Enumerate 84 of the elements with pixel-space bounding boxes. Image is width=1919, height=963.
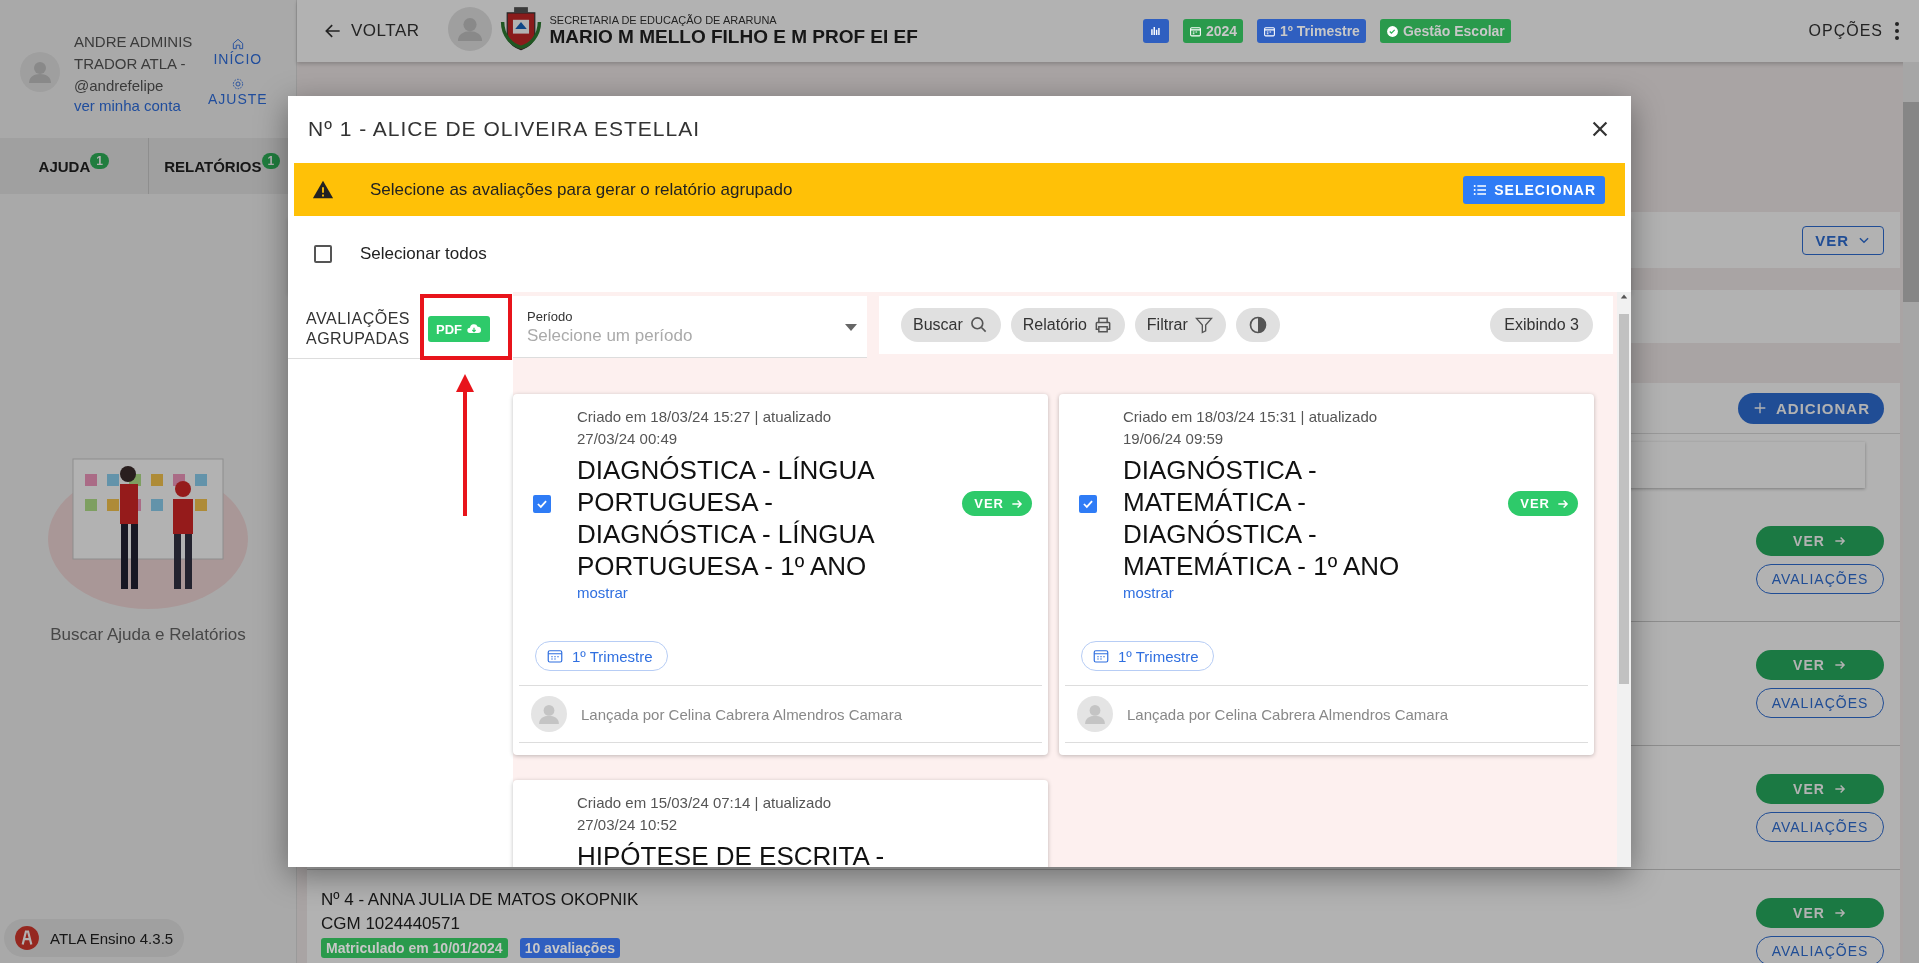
result-count: Exibindo 3 (1490, 308, 1593, 342)
checkbox[interactable] (314, 245, 332, 263)
user-handle: @andrefelipe (74, 75, 165, 96)
calendar-icon (1092, 647, 1110, 665)
checkbox[interactable] (1079, 494, 1097, 513)
evaluation-title: DIAGNÓSTICA - MATEMÁTICA - DIAGNÓSTICA - MATEMÁTICA - 1º ANO (1123, 454, 1401, 582)
help-caption: Buscar Ajuda e Relatórios (50, 624, 246, 645)
status-chip: Gestão Escolar (1379, 19, 1511, 43)
status-chip: 1º Trimestre (1257, 19, 1366, 43)
select-all-label: Selecionar todos (360, 244, 487, 264)
avatar-icon (20, 52, 60, 92)
avatar-icon (531, 696, 567, 732)
view-button[interactable]: VER (1756, 649, 1884, 680)
calendar-icon (1263, 24, 1277, 38)
created-date: Criado em 15/03/24 07:14 | atualizado 27/03/24 10:52 (577, 793, 833, 835)
period-label: Período (527, 309, 574, 324)
search-icon (968, 315, 989, 335)
more-vertical-icon (1895, 22, 1899, 40)
check-circle-icon (1385, 24, 1399, 38)
group-label: AVALIAÇÕES AGRUPADAS (306, 309, 411, 349)
evaluations-button[interactable]: AVALIAÇÕES (1756, 687, 1884, 718)
scroll-up-icon (1620, 292, 1628, 300)
gear-icon (230, 77, 245, 91)
view-button[interactable]: VER (962, 491, 1032, 516)
settings-button[interactable]: AJUSTE (208, 77, 268, 107)
count-badge: 1 (261, 153, 281, 169)
home-button[interactable]: INÍCIO (213, 37, 263, 67)
version-text: ATLA Ensino 4.3.5 (50, 929, 174, 947)
author-text: Lançada por Celina Cabrera Almendros Camara (1127, 705, 1448, 723)
app-logo-icon (14, 925, 40, 951)
dialog-title: Nº 1 - ALICE DE OLIVEIRA ESTELLAI (308, 116, 700, 141)
pdf-button[interactable]: PDF (428, 316, 490, 342)
scrollbar[interactable] (1617, 292, 1631, 867)
calendar-icon (1188, 24, 1202, 38)
user-name: ANDRE ADMINISTRADOR ATLA - (74, 31, 194, 74)
plus-icon (1752, 400, 1768, 416)
evaluation-title: DIAGNÓSTICA - LÍNGUA PORTUGUESA - DIAGNÓSTICA - LÍNGUA PORTUGUESA - 1º ANO (577, 454, 875, 582)
avatar-icon (447, 7, 492, 51)
avatar-icon (1077, 696, 1113, 732)
filter-icon (1193, 315, 1214, 335)
bar-chart-icon (1148, 24, 1163, 38)
evaluations-button[interactable]: AVALIAÇÕES (1756, 935, 1884, 963)
filter-button[interactable]: Filtrar (1134, 308, 1226, 342)
banner-message: Selecione as avaliações para gerar o relatório agrupado (370, 179, 793, 200)
print-button[interactable]: Relatório (1010, 308, 1125, 342)
add-button[interactable]: ADICIONAR (1738, 392, 1884, 424)
contrast-icon (1247, 315, 1268, 335)
author-text: Lançada por Celina Cabrera Almendros Camara (581, 705, 902, 723)
status-chip: 2024 (1182, 19, 1244, 43)
sidebar-tab[interactable]: AJUDA 1 (0, 138, 148, 194)
student-name: Nº 4 - ANNA JULIA DE MATOS OKOPNIK (321, 890, 639, 910)
scrollbar-thumb[interactable] (1903, 102, 1919, 302)
status-badge: Matriculado em 10/01/2024 (321, 938, 508, 958)
school-name: MARIO M MELLO FILHO E M PROF EI EF (549, 26, 918, 48)
view-button[interactable]: VER (1508, 491, 1578, 516)
view-button[interactable]: VER (1756, 773, 1884, 804)
count-badge: 1 (90, 153, 109, 169)
options-menu-button[interactable]: OPÇÕES (1802, 21, 1905, 41)
org-name: SECRETARIA DE EDUCAÇÃO DE ARARUNA (549, 14, 778, 26)
home-icon (230, 37, 245, 51)
created-date: Criado em 18/03/24 15:27 | atualizado 27/03/24 00:49 (577, 407, 833, 449)
evaluations-button[interactable]: AVALIAÇÕES (1756, 811, 1884, 842)
stats-button[interactable] (1142, 19, 1169, 43)
search-button[interactable]: Buscar (901, 308, 1001, 342)
evaluation-title: HIPÓTESE DE ESCRITA - (577, 840, 886, 867)
evaluations-button[interactable]: AVALIAÇÕES (1756, 563, 1884, 594)
calendar-icon (546, 647, 564, 665)
show-more-link[interactable]: mostrar (577, 584, 628, 601)
period-select[interactable]: Período Selecione um período (513, 296, 867, 358)
view-dropdown-button[interactable]: VER (1802, 225, 1884, 255)
select-button[interactable]: SELECIONAR (1463, 175, 1605, 204)
view-button[interactable]: VER (1756, 525, 1884, 556)
status-badge: 10 avaliações (519, 938, 620, 958)
contrast-button[interactable] (1235, 308, 1280, 342)
checkbox[interactable] (533, 494, 551, 513)
view-button[interactable]: VER (1756, 897, 1884, 928)
back-button[interactable]: VOLTAR (317, 20, 426, 42)
scrollbar-thumb[interactable] (1619, 314, 1629, 684)
student-id: CGM 1024440571 (321, 914, 461, 934)
show-more-link[interactable]: mostrar (1123, 584, 1174, 601)
caret-down-icon (845, 324, 857, 331)
account-link[interactable]: ver minha conta (74, 96, 194, 114)
created-date: Criado em 18/03/24 15:31 | atualizado 19/06/24 09:59 (1123, 407, 1379, 449)
period-input[interactable]: Selecione um período (527, 326, 845, 346)
